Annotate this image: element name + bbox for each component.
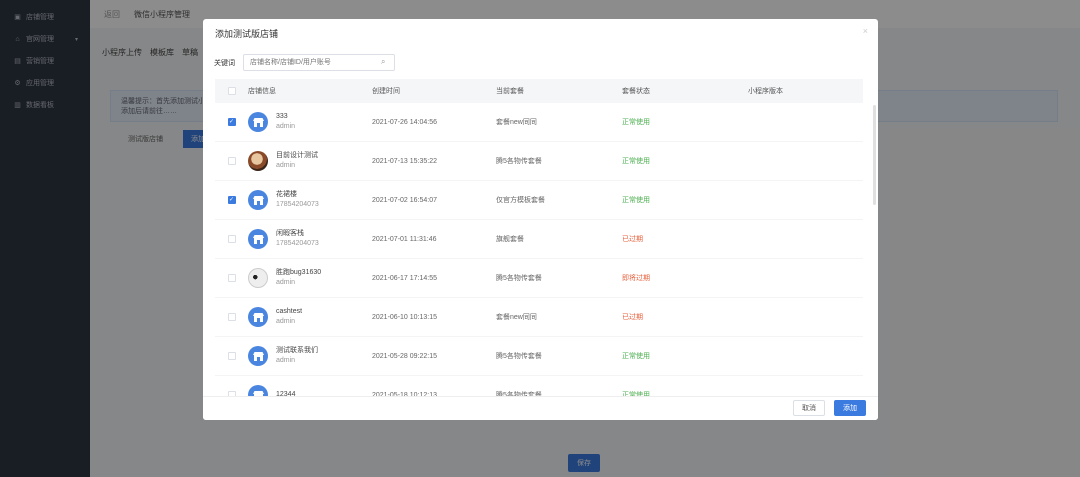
close-icon[interactable]: × (863, 26, 868, 36)
column-header: 创建时间 (372, 88, 400, 95)
current-package: 仅官方模板套餐 (496, 197, 545, 204)
row-checkbox[interactable] (227, 352, 236, 360)
table-body: ✓ 333 admin 2021-07-26 14:04:56 套餐new同同 正常使用目… (215, 103, 863, 415)
current-package: 套餐new同同 (496, 119, 537, 126)
shop-name: cashtest (276, 308, 303, 315)
add-button[interactable]: 添加 (834, 400, 866, 416)
current-package: 套餐new同同 (496, 314, 537, 321)
current-package: 腾5各物传套餐 (496, 158, 542, 165)
shop-name: 闲暇客栈 (276, 230, 304, 237)
shop-account: admin (276, 279, 296, 286)
created-time: 2021-05-28 09:22:15 (372, 352, 437, 360)
created-time: 2021-07-01 11:31:46 (372, 235, 437, 243)
row-checkbox[interactable]: ✓ (227, 196, 236, 204)
table-row[interactable]: cashtest admin 2021-06-10 10:13:15 套餐new同同 已… (215, 298, 863, 337)
table-row[interactable]: ✓ 333 admin 2021-07-26 14:04:56 套餐new同同 正常使用 (215, 103, 863, 142)
dialog-footer: 取消 添加 (203, 396, 878, 420)
shop-name: 测试联系我们 (276, 347, 318, 354)
scrollbar[interactable] (873, 105, 876, 205)
shop-account: 17854204073 (276, 201, 319, 208)
column-header: 小程序版本 (748, 88, 783, 95)
column-header: 套餐状态 (622, 88, 650, 95)
shop-name: 花裙楼 (276, 191, 297, 198)
add-test-shop-dialog: 添加测试版店铺 × 关键词 ⌕ 店铺信息 创建时间 当前套餐 套餐状态 小程序版… (203, 19, 878, 420)
shop-name: 目前设计测试 (276, 152, 318, 159)
dialog-title: 添加测试版店铺 (215, 29, 279, 39)
package-status: 正常使用 (622, 353, 650, 360)
shop-name: 胜跑bug31630 (276, 269, 322, 276)
shop-table: 店铺信息 创建时间 当前套餐 套餐状态 小程序版本 ✓ 333 admin 2021-… (215, 79, 863, 415)
package-status: 正常使用 (622, 158, 650, 165)
shop-avatar-icon (248, 307, 268, 327)
shop-avatar-icon (248, 112, 268, 132)
shop-avatar-icon (248, 346, 268, 366)
shop-name: 333 (276, 113, 288, 120)
row-checkbox[interactable] (227, 274, 236, 282)
shop-avatar-icon (248, 151, 268, 171)
created-time: 2021-07-13 15:35:22 (372, 157, 437, 165)
table-row[interactable]: 测试联系我们 admin 2021-05-28 09:22:15 腾5各物传套餐 正常使… (215, 337, 863, 376)
row-checkbox[interactable] (227, 235, 236, 243)
shop-account: admin (276, 123, 296, 130)
current-package: 腾5各物传套餐 (496, 275, 542, 282)
created-time: 2021-07-02 16:54:07 (372, 196, 437, 204)
table-row[interactable]: 胜跑bug31630 admin 2021-06-17 17:14:55 腾5各物传套… (215, 259, 863, 298)
cancel-button[interactable]: 取消 (793, 400, 825, 416)
select-all-checkbox[interactable] (227, 87, 236, 95)
table-row[interactable]: 闲暇客栈 17854204073 2021-07-01 11:31:46 旗舰套餐 已过… (215, 220, 863, 259)
package-status: 正常使用 (622, 119, 650, 126)
created-time: 2021-06-17 17:14:55 (372, 274, 437, 282)
package-status: 即将过期 (622, 275, 650, 282)
shop-avatar-icon (248, 229, 268, 249)
shop-account: admin (276, 162, 296, 169)
created-time: 2021-06-10 10:13:15 (372, 313, 437, 321)
package-status: 已过期 (622, 236, 643, 243)
search-input[interactable] (243, 54, 395, 71)
search-icon[interactable]: ⌕ (381, 57, 385, 67)
row-checkbox[interactable]: ✓ (227, 118, 236, 126)
row-checkbox[interactable] (227, 157, 236, 165)
shop-avatar-icon (248, 268, 268, 288)
table-header: 店铺信息 创建时间 当前套餐 套餐状态 小程序版本 (215, 79, 863, 103)
created-time: 2021-07-26 14:04:56 (372, 118, 437, 126)
package-status: 已过期 (622, 314, 643, 321)
current-package: 腾5各物传套餐 (496, 353, 542, 360)
row-checkbox[interactable] (227, 313, 236, 321)
shop-account: admin (276, 357, 296, 364)
shop-account: admin (276, 318, 296, 325)
package-status: 正常使用 (622, 197, 650, 204)
column-header: 店铺信息 (248, 88, 276, 95)
table-row[interactable]: ✓ 花裙楼 17854204073 2021-07-02 16:54:07 仅官方模板套… (215, 181, 863, 220)
keyword-label: 关键词 (214, 60, 235, 67)
table-row[interactable]: 目前设计测试 admin 2021-07-13 15:35:22 腾5各物传套餐 正常使… (215, 142, 863, 181)
shop-account: 17854204073 (276, 240, 319, 247)
column-header: 当前套餐 (496, 88, 524, 95)
shop-avatar-icon (248, 190, 268, 210)
current-package: 旗舰套餐 (496, 236, 524, 243)
